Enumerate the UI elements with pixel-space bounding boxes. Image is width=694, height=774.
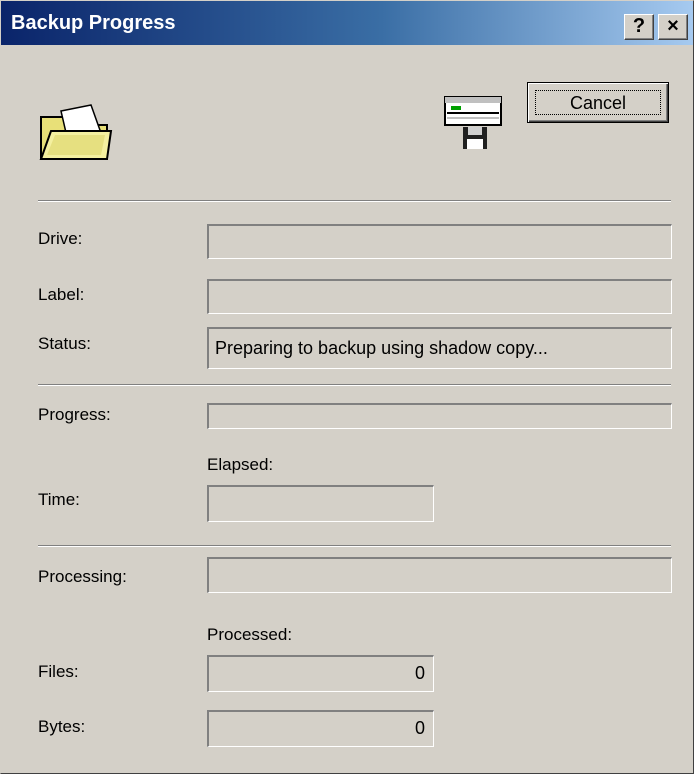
label-label: Label: [38,285,85,304]
bytes-processed-field: 0 [207,710,434,747]
progress-bar [207,403,672,429]
files-processed-field: 0 [207,655,434,692]
cancel-button[interactable]: Cancel [527,82,669,123]
separator [38,384,671,386]
processed-label: Processed: [207,625,293,644]
progress-label: Progress: [38,405,111,424]
window-title: Backup Progress [11,12,176,34]
elapsed-label: Elapsed: [207,455,274,474]
folder-icon [39,104,113,160]
cancel-button-label: Cancel [535,90,661,115]
bytes-label: Bytes: [38,717,86,736]
files-label: Files: [38,662,79,681]
elapsed-time-field [207,485,434,522]
help-button[interactable]: ? [624,14,654,40]
processing-field [207,557,672,593]
backup-drive-icon [444,96,502,149]
close-button[interactable]: × [658,14,688,40]
processing-label: Processing: [38,567,127,586]
drive-field [207,224,672,259]
status-field: Preparing to backup using shadow copy... [207,327,672,369]
label-field [207,279,672,314]
drive-label: Drive: [38,229,83,248]
status-label: Status: [38,334,91,353]
separator [38,545,671,547]
time-label: Time: [38,490,80,509]
title-bar[interactable]: Backup Progress ? × [1,1,693,45]
separator [38,200,671,202]
backup-progress-dialog: Backup Progress ? × Cancel Drive: Label:… [0,0,694,774]
